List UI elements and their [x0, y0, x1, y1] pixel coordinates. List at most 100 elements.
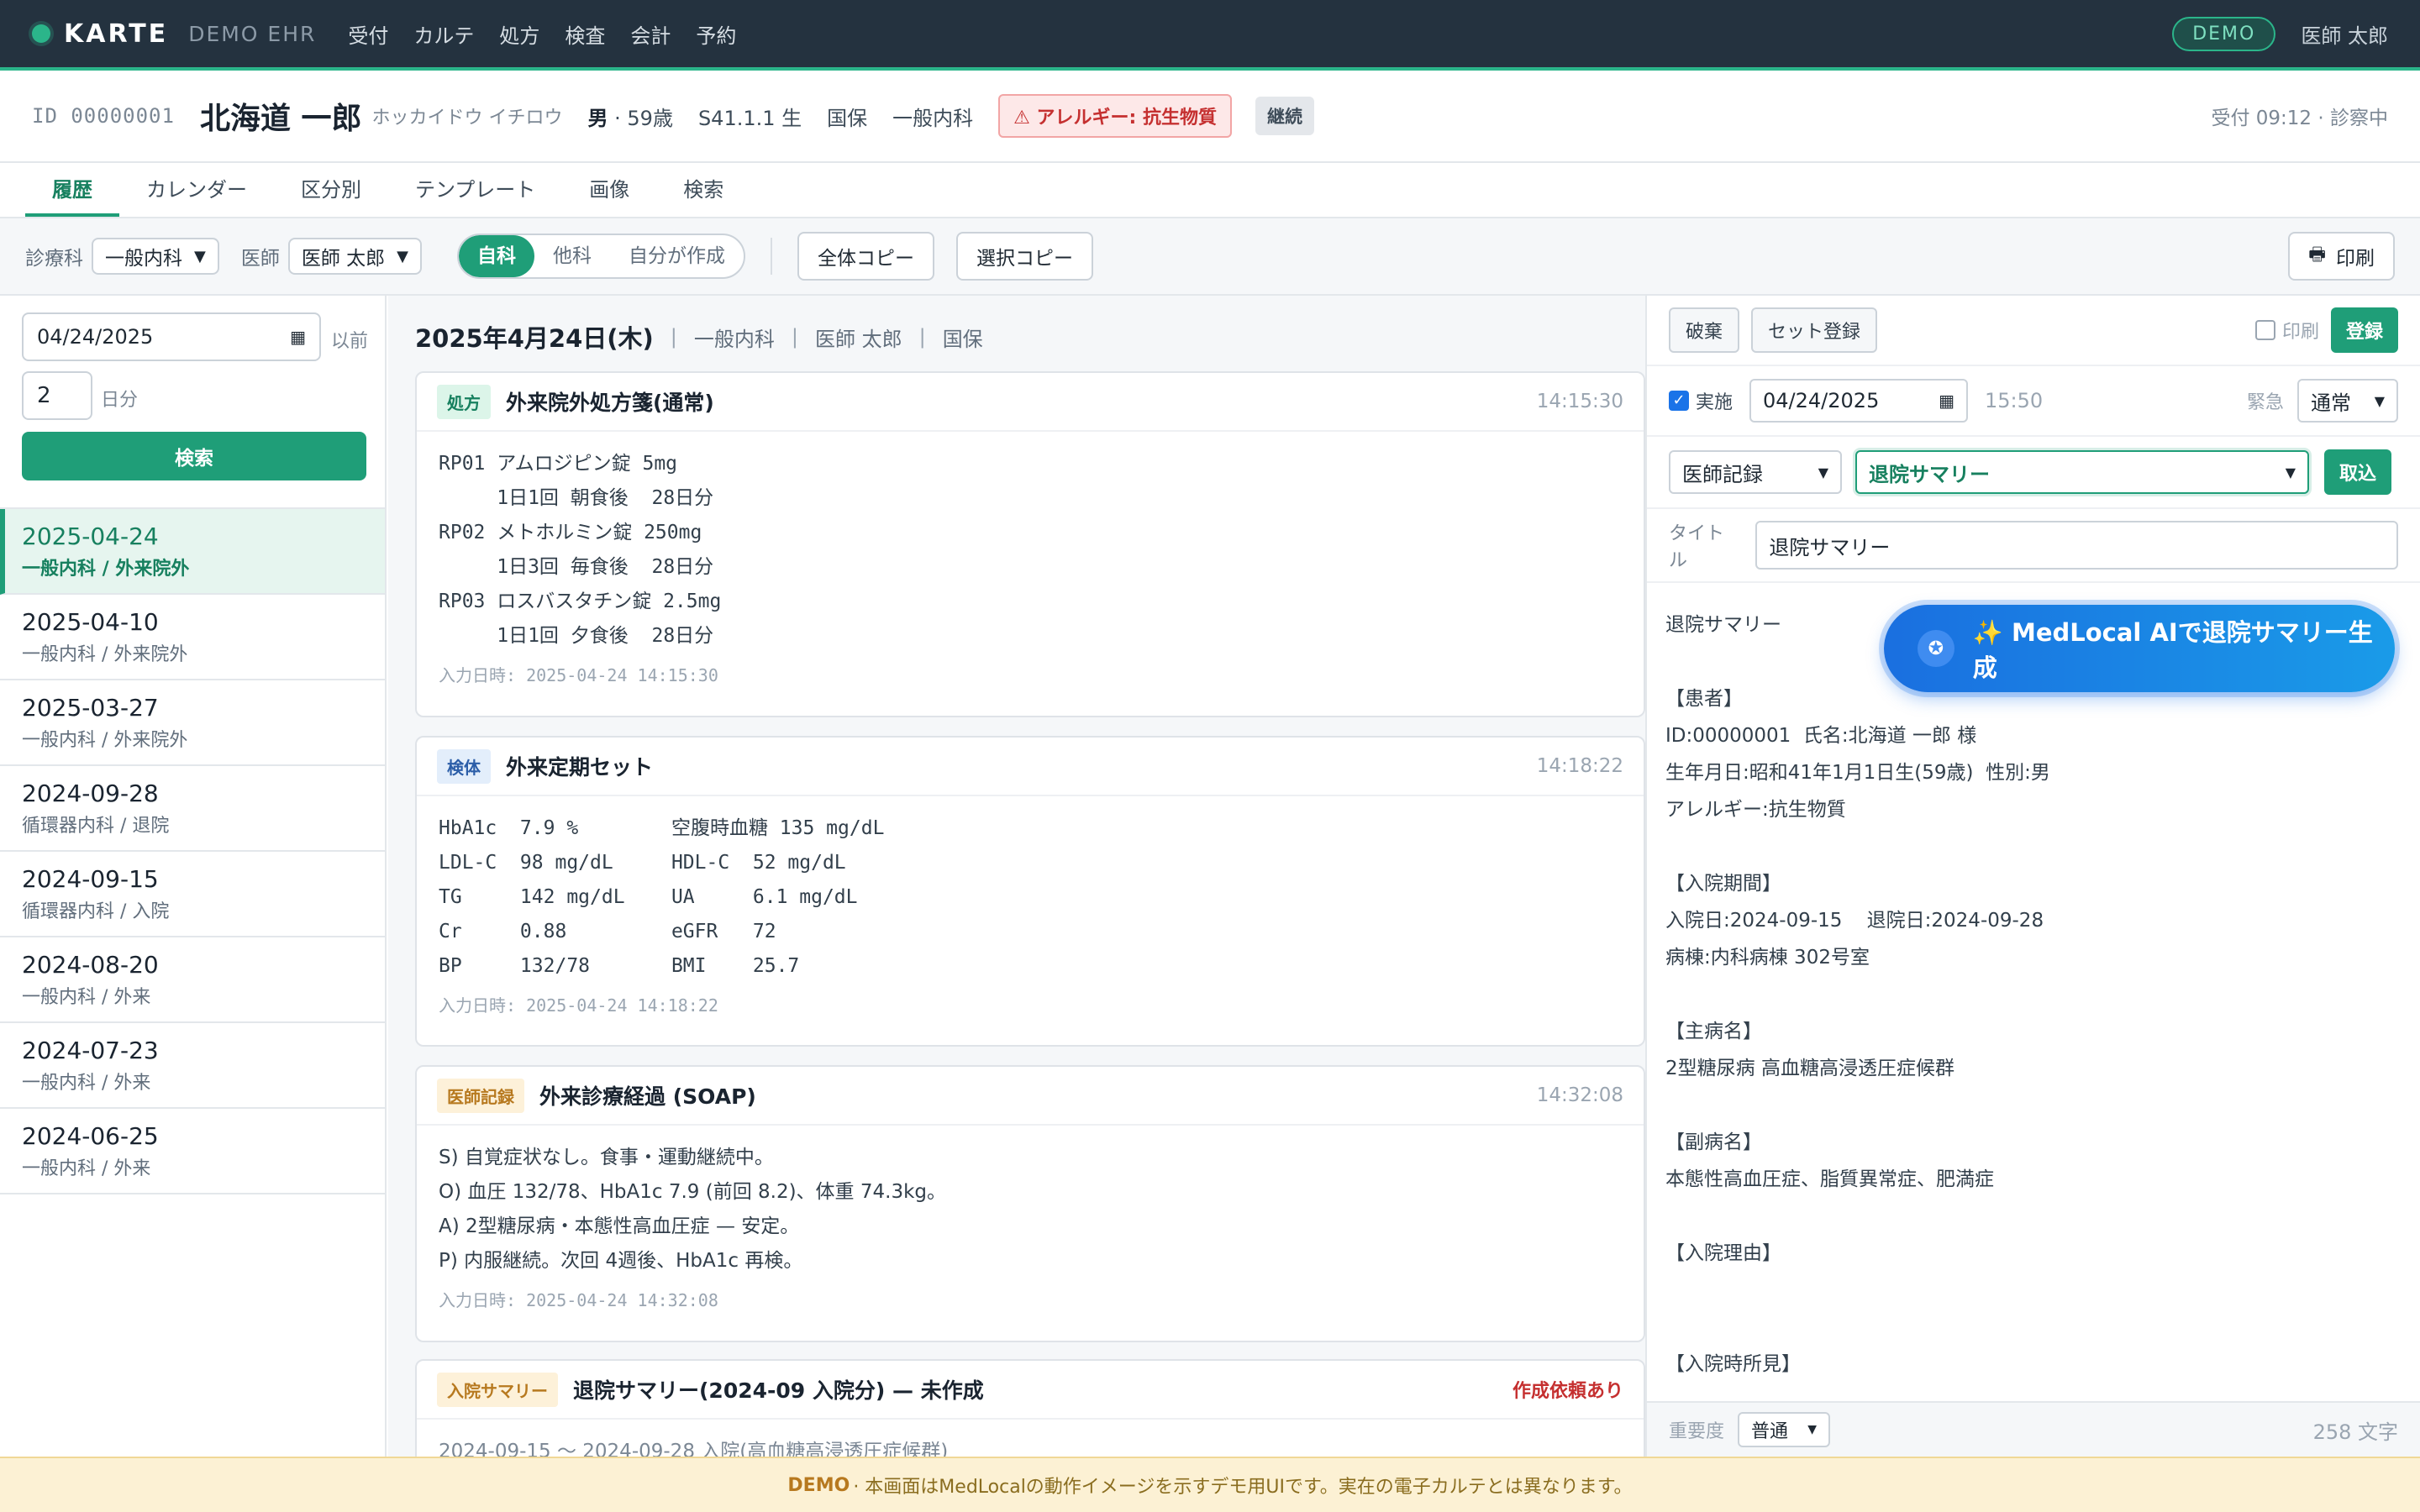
patient-age: · 59歳 — [614, 106, 673, 130]
calendar-icon[interactable]: ▦ — [290, 327, 306, 347]
tab-calendar[interactable]: カレンダー — [119, 163, 274, 217]
editor-toolbar: 破棄 セット登録 印刷 登録 — [1647, 296, 2420, 366]
doctor-select[interactable]: 医師 太郎 ▼ — [287, 238, 422, 275]
history-sub: 一般内科 / 外来院外 — [22, 559, 190, 580]
card-line: BP 132/78 BMI 25.7 — [439, 955, 800, 977]
tab-history[interactable]: 履歴 — [25, 163, 119, 217]
dept-select[interactable]: 一般内科 ▼ — [92, 238, 219, 275]
history-search-button[interactable]: 検索 — [22, 432, 366, 480]
editor-footer: 重要度 普通 ▼ 258 文字 — [1647, 1401, 2420, 1457]
top-bar: KARTE DEMO EHR 受付 カルテ 処方 検査 会計 予約 DEMO 医… — [0, 0, 2420, 71]
history-list: 2025-04-24 一般内科 / 外来院外 2025-04-10 一般内科 / 外… — [0, 507, 385, 1194]
history-date: 2024-08-20 — [22, 951, 159, 979]
soap-card[interactable]: 医師記録 外来診療経過 (SOAP) 14:32:08 S) 自覚症状なし。食事… — [415, 1065, 1645, 1342]
tab-images[interactable]: 画像 — [562, 163, 656, 217]
discard-button[interactable]: 破棄 — [1669, 307, 1740, 353]
history-item[interactable]: 2025-03-27 一般内科 / 外来院外 — [0, 680, 385, 766]
card-body: 2024-09-15 〜 2024-09-28 入院(高血糖高浸透圧症候群) — [417, 1420, 1644, 1457]
template-select[interactable]: 退院サマリー ▼ — [1855, 450, 2309, 494]
print-option[interactable]: 印刷 — [2254, 317, 2319, 344]
nav-appointment[interactable]: 予約 — [696, 19, 736, 49]
request-badge: 作成依頼あり — [1512, 1381, 1623, 1402]
patient-id: ID 00000001 — [32, 104, 175, 128]
divider: | — [670, 325, 677, 349]
tab-category[interactable]: 区分別 — [274, 163, 388, 217]
card-time: 14:32:08 — [1536, 1084, 1623, 1106]
history-date: 2025-04-24 — [22, 522, 159, 550]
nav-chart[interactable]: カルテ — [413, 19, 474, 49]
copy-selected-button[interactable]: 選択コピー — [956, 232, 1093, 281]
card-line: A) 2型糖尿病・本態性高血圧症 — 安定。 — [439, 1215, 800, 1237]
card-line: 2024-09-15 〜 2024-09-28 入院(高血糖高浸透圧症候群) — [439, 1441, 949, 1457]
record-type-value: 医師記録 — [1682, 462, 1763, 486]
nav-billing[interactable]: 会計 — [630, 19, 671, 49]
divider: | — [918, 325, 926, 349]
user-menu[interactable]: 医師 太郎 — [2301, 19, 2388, 49]
card-line: RP03 ロスバスタチン錠 2.5mg — [439, 591, 722, 612]
tab-search[interactable]: 検索 — [656, 163, 750, 217]
days-input[interactable]: 2 — [22, 371, 92, 420]
register-button[interactable]: 登録 — [2330, 307, 2398, 353]
history-item[interactable]: 2025-04-24 一般内科 / 外来院外 — [0, 509, 385, 595]
done-label: 実施 — [1696, 392, 1733, 413]
printer-icon: 🖶 — [2308, 244, 2326, 265]
title-input[interactable]: 退院サマリー — [1755, 521, 2398, 570]
card-line: RP02 メトホルミン錠 250mg — [439, 522, 702, 543]
card-body: RP01 アムロジピン錠 5mg 1日1回 朝食後 28日分 RP02 メトホル… — [417, 432, 1644, 701]
scope-other-dept[interactable]: 他科 — [534, 235, 610, 277]
divider: | — [791, 325, 798, 349]
card-title: 外来診療経過 (SOAP) — [539, 1084, 756, 1109]
card-line: 1日1回 夕食後 28日分 — [439, 625, 714, 647]
import-button[interactable]: 取込 — [2324, 449, 2392, 495]
history-sub: 一般内科 / 外来院外 — [22, 644, 188, 665]
chevron-down-icon: ▼ — [397, 247, 408, 265]
template-row: 医師記録 ▼ 退院サマリー ▼ 取込 — [1647, 437, 2420, 509]
history-date: 2024-06-25 — [22, 1122, 159, 1150]
print-option-label: 印刷 — [2281, 322, 2319, 343]
filter-bar: 診療科 一般内科 ▼ 医師 医師 太郎 ▼ 自科 他科 自分が作成 全体コピー 選択… — [0, 218, 2420, 296]
note-textarea[interactable]: 退院サマリー 【患者】 ID:00000001 氏名:北海道 一郎 様 生年月日… — [1665, 606, 2405, 1383]
importance-select[interactable]: 普通 ▼ — [1738, 1412, 1831, 1447]
history-item[interactable]: 2024-09-15 循環器内科 / 入院 — [0, 852, 385, 937]
discharge-summary-card[interactable]: 入院サマリー 退院サマリー(2024-09 入院分) — 未作成 作成依頼あり … — [415, 1359, 1645, 1457]
history-item[interactable]: 2024-09-28 循環器内科 / 退院 — [0, 766, 385, 852]
prescription-card[interactable]: 処方 外来院外処方箋(通常) 14:15:30 RP01 アムロジピン錠 5mg… — [415, 371, 1645, 717]
record-type-select[interactable]: 医師記録 ▼ — [1669, 450, 1842, 494]
day-insurance: 国保 — [942, 327, 983, 351]
history-item[interactable]: 2024-07-23 一般内科 / 外来 — [0, 1023, 385, 1109]
set-register-button[interactable]: セット登録 — [1751, 307, 1878, 353]
done-checkbox[interactable]: ✓ — [1669, 391, 1689, 411]
history-item[interactable]: 2025-04-10 一般内科 / 外来院外 — [0, 595, 385, 680]
nav-prescription[interactable]: 処方 — [499, 19, 539, 49]
print-checkbox[interactable] — [2254, 320, 2275, 340]
nav-lab[interactable]: 検査 — [565, 19, 605, 49]
history-item[interactable]: 2024-08-20 一般内科 / 外来 — [0, 937, 385, 1023]
history-sub: 一般内科 / 外来 — [22, 1158, 151, 1179]
ai-generate-button[interactable]: ✪ ✨ MedLocal AIで退院サマリー生成 — [1884, 605, 2395, 692]
patient-birth: S41.1.1 生 — [697, 106, 802, 130]
lab-card[interactable]: 検体 外来定期セット 14:18:22 HbA1c 7.9 % 空腹時血糖 13… — [415, 736, 1645, 1047]
record-date-input[interactable]: 04/24/2025 ▦ — [1749, 379, 1969, 423]
footer-demo-label: DEMO — [787, 1474, 850, 1496]
print-button[interactable]: 🖶 印刷 — [2288, 232, 2395, 281]
card-tag: 処方 — [437, 384, 491, 419]
history-date: 2024-09-28 — [22, 780, 159, 807]
calendar-icon[interactable]: ▦ — [1939, 391, 1954, 411]
patient-sex: 男 — [587, 106, 608, 130]
nav-reception[interactable]: 受付 — [348, 19, 388, 49]
scope-own-created[interactable]: 自分が作成 — [610, 235, 744, 277]
tab-template[interactable]: テンプレート — [388, 163, 562, 217]
record-timeline: 2025年4月24日(木) | 一般内科 | 医師 太郎 | 国保 処方 外来院… — [388, 296, 1645, 1457]
editor-panel: 破棄 セット登録 印刷 登録 ✓ 実施 04/24/2025 ▦ 15:50 緊… — [1645, 296, 2420, 1457]
copy-all-button[interactable]: 全体コピー — [797, 232, 934, 281]
doctor-select-value: 医師 太郎 — [301, 248, 386, 270]
history-item[interactable]: 2024-06-25 一般内科 / 外来 — [0, 1109, 385, 1194]
brand-subtitle: DEMO EHR — [188, 21, 317, 46]
history-sub: 一般内科 / 外来 — [22, 987, 151, 1008]
scope-own-dept[interactable]: 自科 — [459, 235, 534, 277]
history-date-input[interactable]: 04/24/2025 ▦ — [22, 312, 321, 361]
record-date-value: 04/24/2025 — [1763, 389, 1880, 412]
ai-generate-label: ✨ MedLocal AIで退院サマリー生成 — [1972, 618, 2373, 682]
urgency-select[interactable]: 通常 ▼ — [2297, 379, 2398, 423]
char-count: 258 文字 — [2312, 1420, 2398, 1444]
